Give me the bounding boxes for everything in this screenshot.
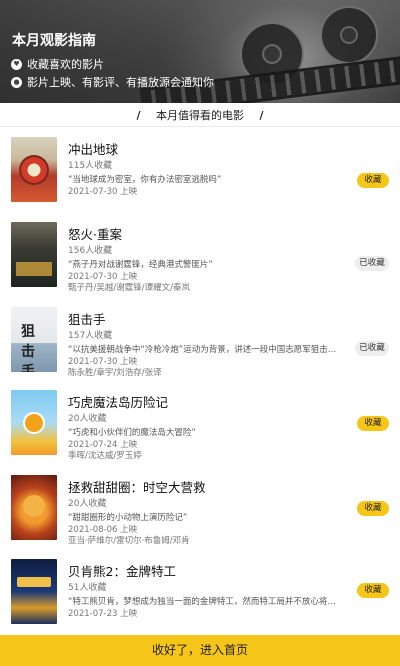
collected-button[interactable]: 已收藏 xyxy=(355,341,389,356)
section-title-text: 本月值得看的电影 xyxy=(156,109,244,122)
movie-title: 冲出地球 xyxy=(68,142,119,157)
feature-line-notify: ● 影片上映、有影评、有播放源会通知你 xyxy=(11,74,214,90)
collect-button[interactable]: 收藏 xyxy=(357,583,389,598)
movie-cast: 季晖/沈达威/罗玉婷 xyxy=(68,451,142,461)
collect-count: 51人收藏 xyxy=(68,583,107,593)
movie-item[interactable]: 拯救甜甜圈：时空大营救 20人收藏 “甜甜圈形的小动物上演历险记” 2021-0… xyxy=(0,475,400,557)
movie-cast: 亚当·萨维尔/雷切尔·布鲁姆/邓肯 xyxy=(68,536,190,546)
movie-tagline: “燕子丹对战谢霆锋，经典港式警匪片” xyxy=(68,260,213,270)
movie-item[interactable]: 巧虎魔法岛历险记 20人收藏 “巧虎和小伙伴们的魔法岛大冒险” 2021-07-… xyxy=(0,390,400,472)
collect-count: 157人收藏 xyxy=(68,331,113,341)
page-title: 本月观影指南 xyxy=(12,32,96,48)
release-date: 2021-07-23 上映 xyxy=(68,609,138,619)
collected-button[interactable]: 已收藏 xyxy=(355,256,389,271)
movie-tagline: “甜甜圈形的小动物上演历险记” xyxy=(68,513,188,523)
feature-line-collect: ♥ 收藏喜欢的影片 xyxy=(11,56,104,72)
divider xyxy=(0,126,400,127)
movie-cast: 甄子丹/吴越/谢霆锋/谭耀文/秦岚 xyxy=(68,283,190,293)
movie-poster[interactable] xyxy=(11,137,57,202)
feature-text: 影片上映、有影评、有播放源会通知你 xyxy=(27,76,214,89)
movie-item[interactable]: 狙击手 狙击手 157人收藏 “以抗美援朝战争中“冷枪冷炮”运动为背景，讲述一段… xyxy=(0,307,400,389)
enter-home-button[interactable]: 收好了，进入首页 xyxy=(0,635,400,666)
slash-right: / xyxy=(259,109,264,122)
movie-poster[interactable] xyxy=(11,222,57,287)
collect-button[interactable]: 收藏 xyxy=(357,416,389,431)
movie-tagline: “特工熊贝肯，梦想成为独当一面的金牌特工，然而特工局并不放心将任务交给一… xyxy=(68,597,340,607)
collect-count: 115人收藏 xyxy=(68,161,113,171)
movie-item[interactable]: 贝肯熊2：金牌特工 51人收藏 “特工熊贝肯，梦想成为独当一面的金牌特工，然而特… xyxy=(0,559,400,641)
movie-tagline: “以抗美援朝战争中“冷枪冷炮”运动为背景，讲述一段中国志愿军狙击小队与美军… xyxy=(68,345,340,355)
movie-poster[interactable] xyxy=(11,390,57,455)
movie-poster[interactable]: 狙击手 xyxy=(11,307,57,372)
movie-title: 拯救甜甜圈：时空大营救 xyxy=(68,480,206,495)
movie-poster[interactable] xyxy=(11,475,57,540)
collect-count: 20人收藏 xyxy=(68,499,107,509)
collect-button[interactable]: 收藏 xyxy=(357,501,389,516)
collect-count: 156人收藏 xyxy=(68,246,113,256)
header-banner: 本月观影指南 ♥ 收藏喜欢的影片 ● 影片上映、有影评、有播放源会通知你 xyxy=(0,0,400,103)
bell-icon: ● xyxy=(11,76,22,88)
collect-count: 20人收藏 xyxy=(68,414,107,424)
feature-text: 收藏喜欢的影片 xyxy=(27,58,104,71)
movie-cast: 陈永胜/章宇/刘浩存/张译 xyxy=(68,368,162,378)
movie-title: 狙击手 xyxy=(68,312,106,327)
movie-poster[interactable] xyxy=(11,559,57,624)
movie-title: 贝肯熊2：金牌特工 xyxy=(68,564,176,579)
release-date: 2021-07-30 上映 xyxy=(68,187,138,197)
movie-title: 巧虎魔法岛历险记 xyxy=(68,395,169,410)
section-title: / 本月值得看的电影 / xyxy=(0,107,400,125)
collect-button[interactable]: 收藏 xyxy=(357,173,389,188)
slash-left: / xyxy=(136,109,141,122)
movie-tagline: “当地球成为密室，你有办法密室逃脱吗” xyxy=(68,175,222,185)
heart-icon: ♥ xyxy=(11,58,22,70)
movie-item[interactable]: 怒火·重案 156人收藏 “燕子丹对战谢霆锋，经典港式警匪片” 2021-07-… xyxy=(0,222,400,304)
movie-title: 怒火·重案 xyxy=(68,227,122,242)
movie-item[interactable]: 冲出地球 115人收藏 “当地球成为密室，你有办法密室逃脱吗” 2021-07-… xyxy=(0,137,400,219)
movie-tagline: “巧虎和小伙伴们的魔法岛大冒险” xyxy=(68,428,196,438)
